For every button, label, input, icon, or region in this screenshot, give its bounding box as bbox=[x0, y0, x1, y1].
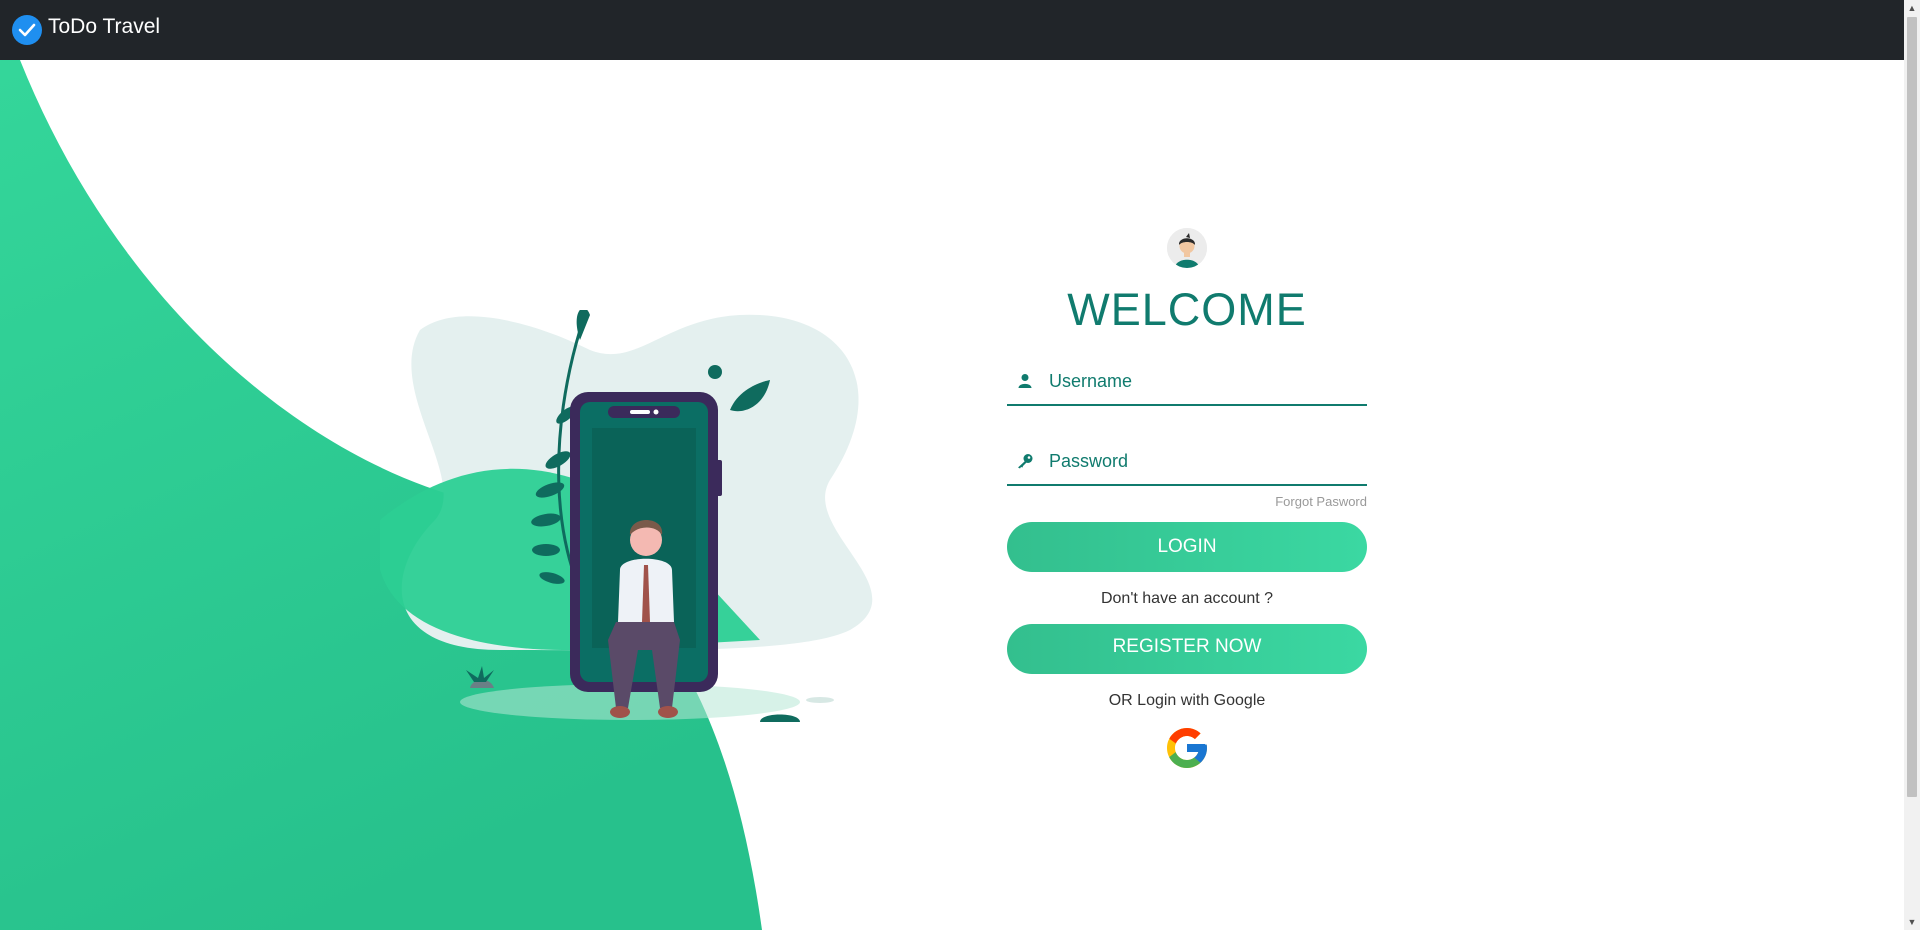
no-account-text: Don't have an account ? bbox=[1100, 590, 1274, 607]
background-wave bbox=[0, 60, 762, 930]
check-circle-icon bbox=[12, 15, 42, 45]
google-login-text: OR Login with Google bbox=[1108, 692, 1266, 709]
forgot-password-link[interactable]: Forgot Pasword bbox=[1275, 494, 1367, 509]
brand-name: ToDo Travel bbox=[48, 15, 161, 38]
key-icon bbox=[1009, 453, 1041, 469]
phone-person-illustration bbox=[380, 310, 873, 722]
welcome-title: WELCOME bbox=[1067, 284, 1307, 335]
username-field bbox=[1007, 358, 1367, 406]
user-icon bbox=[1009, 373, 1041, 389]
scroll-up-icon[interactable]: ▲ bbox=[1904, 0, 1920, 16]
login-button[interactable]: LOGIN bbox=[1007, 522, 1367, 572]
google-login-button[interactable] bbox=[1163, 724, 1211, 777]
scroll-down-icon[interactable]: ▼ bbox=[1904, 914, 1920, 930]
scroll-thumb[interactable] bbox=[1907, 17, 1917, 797]
top-navbar: ToDo Travel bbox=[0, 0, 1904, 60]
username-input[interactable] bbox=[1047, 369, 1351, 393]
register-button[interactable]: REGISTER NOW bbox=[1007, 624, 1367, 674]
avatar bbox=[1167, 228, 1207, 268]
google-icon bbox=[1167, 728, 1207, 768]
password-input[interactable] bbox=[1047, 449, 1351, 473]
login-panel: WELCOME Forgot Pasword LOGIN Don't have … bbox=[1007, 228, 1367, 777]
brand-link[interactable]: ToDo Travel bbox=[12, 15, 160, 45]
page-scrollbar[interactable]: ▲ ▼ bbox=[1904, 0, 1920, 930]
password-field bbox=[1007, 438, 1367, 486]
